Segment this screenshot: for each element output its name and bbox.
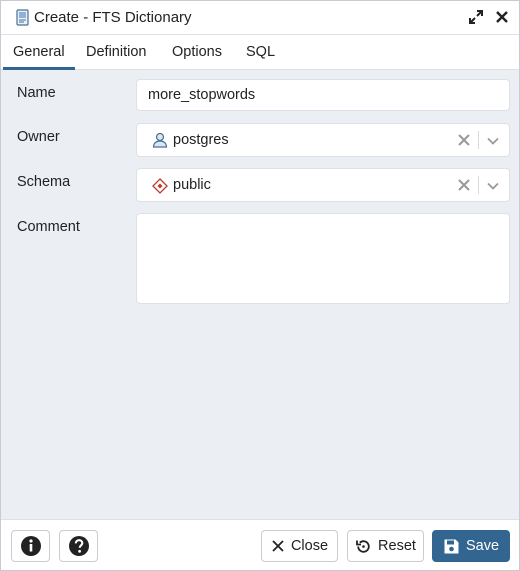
tab-options[interactable]: Options bbox=[172, 44, 222, 60]
close-icon bbox=[272, 540, 284, 552]
owner-value: postgres bbox=[173, 132, 229, 148]
close-icon[interactable] bbox=[494, 9, 510, 25]
reset-label: Reset bbox=[378, 538, 416, 554]
chevron-down-icon[interactable] bbox=[486, 179, 500, 193]
tab-bar: General Definition Options SQL bbox=[1, 35, 519, 70]
tab-definition[interactable]: Definition bbox=[86, 44, 146, 60]
user-icon bbox=[152, 132, 168, 148]
dialog-title: Create - FTS Dictionary bbox=[34, 9, 192, 26]
save-icon bbox=[444, 539, 459, 553]
owner-label: Owner bbox=[17, 129, 60, 145]
title-bar[interactable]: Create - FTS Dictionary bbox=[1, 1, 519, 35]
tab-sql[interactable]: SQL bbox=[246, 44, 275, 60]
chevron-down-icon[interactable] bbox=[486, 134, 500, 148]
help-button[interactable] bbox=[59, 530, 98, 562]
close-button[interactable]: Close bbox=[261, 530, 338, 562]
schema-label: Schema bbox=[17, 174, 71, 190]
schema-value: public bbox=[173, 177, 211, 193]
name-label: Name bbox=[17, 85, 56, 101]
help-icon bbox=[68, 536, 89, 556]
select-separator bbox=[478, 176, 479, 194]
reset-icon bbox=[356, 539, 370, 553]
save-button[interactable]: Save bbox=[432, 530, 510, 562]
name-input[interactable]: more_stopwords bbox=[136, 79, 510, 111]
clear-icon[interactable] bbox=[457, 133, 471, 147]
comment-label: Comment bbox=[17, 219, 80, 235]
info-icon bbox=[20, 536, 41, 556]
fts-dictionary-icon bbox=[16, 9, 29, 26]
schema-select[interactable]: public bbox=[136, 168, 510, 202]
reset-button[interactable]: Reset bbox=[347, 530, 424, 562]
info-button[interactable] bbox=[11, 530, 50, 562]
dialog-footer: Close Reset Save bbox=[1, 519, 519, 570]
save-label: Save bbox=[465, 538, 500, 554]
tab-general[interactable]: General bbox=[13, 44, 65, 60]
clear-icon[interactable] bbox=[457, 178, 471, 192]
comment-textarea[interactable] bbox=[136, 213, 510, 304]
name-value: more_stopwords bbox=[148, 87, 256, 103]
create-fts-dictionary-dialog: Create - FTS Dictionary General Definiti… bbox=[0, 0, 520, 571]
active-tab-indicator bbox=[3, 67, 75, 70]
owner-select[interactable]: postgres bbox=[136, 123, 510, 157]
close-label: Close bbox=[290, 538, 329, 554]
schema-icon bbox=[152, 178, 168, 194]
expand-icon[interactable] bbox=[468, 9, 484, 25]
select-separator bbox=[478, 131, 479, 149]
